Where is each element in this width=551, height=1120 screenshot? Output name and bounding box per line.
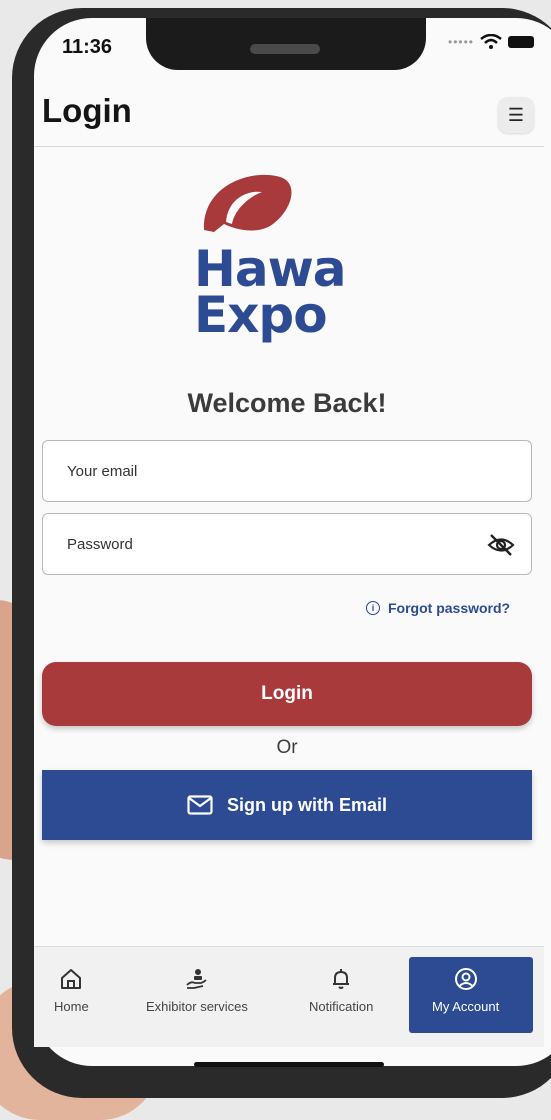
nav-item-home[interactable]: Home (54, 967, 89, 1014)
signal-icon: ••••• (448, 35, 475, 49)
or-divider-text: Or (276, 737, 298, 758)
user-circle-icon (454, 968, 477, 990)
logo-text: Hawa Expo (194, 244, 394, 344)
page-title: Login (42, 92, 132, 129)
nav-item-label: Home (54, 999, 89, 1014)
nav-item-label: Exhibitor services (146, 999, 248, 1014)
bottom-nav: Home Exhibitor services Notification My … (34, 946, 544, 1047)
mail-icon (187, 795, 213, 815)
menu-icon: ☰ (507, 104, 525, 125)
speaker (250, 44, 320, 54)
email-field-container (42, 440, 532, 502)
forgot-password-link[interactable]: i Forgot password? (366, 600, 510, 616)
logo-line-2: Expo (194, 286, 328, 344)
home-indicator (194, 1062, 384, 1067)
nav-item-my-account[interactable]: My Account (432, 967, 499, 1014)
nav-item-exhibitor-services[interactable]: Exhibitor services (146, 967, 248, 1014)
login-button[interactable]: Login (42, 662, 532, 726)
status-time: 11:36 (62, 36, 113, 58)
info-icon: i (366, 601, 380, 615)
welcome-heading: Welcome Back! (187, 388, 387, 418)
forgot-password-label: Forgot password? (388, 600, 511, 616)
notch (146, 18, 426, 70)
header-divider (34, 146, 544, 147)
email-field[interactable] (65, 461, 469, 481)
nav-item-label: My Account (432, 999, 500, 1014)
menu-button[interactable]: ☰ (498, 97, 534, 133)
eye-off-icon[interactable] (487, 532, 515, 558)
bell-icon (333, 969, 350, 989)
password-field-container (42, 513, 532, 575)
signup-email-label: Sign up with Email (226, 794, 387, 815)
wifi-icon (480, 34, 502, 49)
status-icons: ••••• (448, 34, 535, 50)
signup-email-button[interactable]: Sign up with Email (42, 770, 532, 840)
battery-icon (508, 36, 535, 48)
nav-item-notification[interactable]: Notification (309, 967, 373, 1014)
password-field[interactable] (65, 534, 469, 554)
hand-service-icon (186, 969, 207, 989)
nav-item-label: Notification (309, 999, 374, 1014)
home-icon (61, 969, 82, 989)
